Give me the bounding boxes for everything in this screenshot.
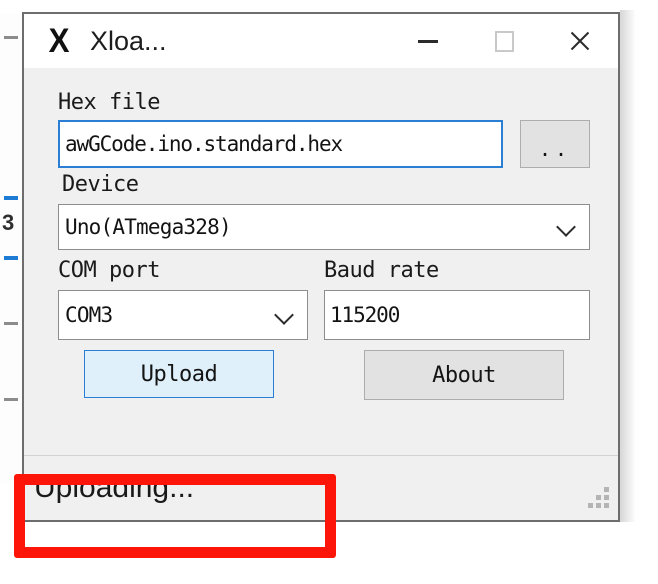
com-port-select[interactable]: COM3	[58, 290, 308, 340]
minimize-button[interactable]	[390, 14, 466, 68]
maximize-button[interactable]	[466, 14, 542, 68]
minimize-icon	[418, 39, 438, 43]
window-title: Xloa...	[90, 25, 167, 56]
xloader-window: X Xloa... Hex file awGCode.ino.standard.…	[22, 12, 620, 522]
resize-grip-icon[interactable]	[588, 486, 610, 508]
upload-button[interactable]: Upload	[84, 350, 274, 398]
background-glyph: 3	[2, 210, 15, 235]
app-x-icon: X	[48, 22, 70, 60]
device-select[interactable]: Uno(ATmega328)	[58, 204, 590, 250]
close-button[interactable]	[542, 14, 618, 68]
maximize-icon	[494, 30, 514, 52]
device-label: Device	[62, 172, 139, 197]
chevron-down-icon	[557, 217, 577, 237]
status-bar: Uploading...	[24, 455, 618, 520]
background-marker	[4, 322, 18, 325]
com-port-label: COM port	[58, 258, 160, 283]
background-marker	[4, 36, 18, 39]
background-marker	[4, 196, 18, 200]
com-port-select-value: COM3	[65, 303, 113, 327]
baud-rate-input[interactable]: 115200	[324, 290, 590, 340]
hex-file-label: Hex file	[58, 90, 160, 115]
background-marker	[4, 398, 18, 401]
hex-file-input[interactable]: awGCode.ino.standard.hex	[58, 120, 503, 168]
browse-button[interactable]: ..	[520, 120, 590, 168]
close-icon	[568, 29, 592, 53]
chevron-down-icon	[275, 305, 295, 325]
client-area: Hex file awGCode.ino.standard.hex .. Dev…	[24, 68, 618, 520]
baud-rate-label: Baud rate	[324, 258, 439, 283]
window-drop-shadow	[620, 10, 636, 522]
caption-button-group	[390, 14, 618, 68]
device-select-value: Uno(ATmega328)	[65, 215, 232, 239]
about-button[interactable]: About	[364, 350, 564, 400]
status-message: Uploading...	[34, 471, 195, 504]
title-bar[interactable]: X Xloa...	[24, 14, 618, 68]
background-marker	[4, 256, 18, 260]
